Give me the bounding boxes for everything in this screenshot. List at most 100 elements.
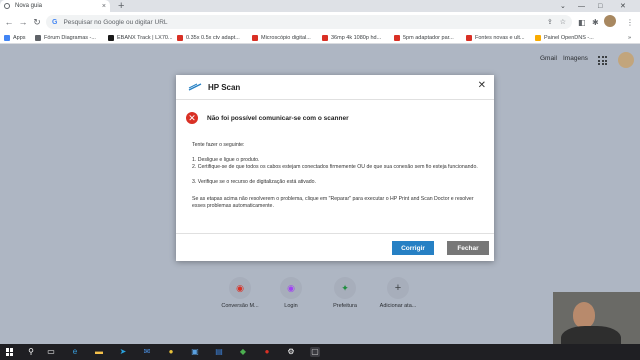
bookmark-label: Microscópio digital... (261, 35, 311, 41)
dialog-body: ✕ Não foi possível comunicar-se com o sc… (176, 99, 494, 233)
dialog-close-icon[interactable]: ✕ (478, 80, 486, 91)
bookmark-item[interactable]: Microscópio digital... (252, 32, 311, 44)
extension-icon[interactable]: ◧ (578, 12, 586, 32)
webcam-person-head (573, 302, 595, 328)
account-avatar[interactable] (618, 52, 634, 68)
dialog-footer: Corrigir Fechar (176, 233, 494, 261)
globe-icon (4, 3, 10, 9)
share-icon[interactable]: ⇪ (547, 18, 553, 26)
search-icon[interactable]: ⚲ (26, 347, 36, 357)
hp-scan-logo-icon (188, 83, 202, 91)
star-icon[interactable]: ☆ (560, 18, 566, 26)
bookmark-label: 36mp 4k 1080p hd... (331, 35, 382, 41)
windows-taskbar: ⚲ ▭ e ▬ ➤ ✉ ● ▣ ▤ ◆ ● ⚙ ▢ (0, 344, 640, 360)
error-row: ✕ Não foi possível comunicar-se com o sc… (186, 112, 349, 124)
bookmark-label: 0.35x 0.5x ctv adapt... (186, 35, 240, 41)
task-view-icon[interactable]: ▭ (46, 347, 56, 357)
webcam-overlay (553, 292, 640, 349)
bookmark-item[interactable]: Fontes novas e ult... (466, 32, 525, 44)
shortcut-tile[interactable]: ◉ Login (264, 277, 318, 309)
error-title: Não foi possível comunicar-se com o scan… (207, 114, 349, 122)
browser-toolbar: ← → ↻ G Pesquisar no Google ou digitar U… (0, 12, 640, 32)
bookmark-item[interactable]: Painel OpenDNS -... (535, 32, 594, 44)
minimize-icon[interactable]: — (578, 0, 585, 12)
bookmark-favicon (322, 35, 328, 41)
bookmark-label: EBANX Track | LX70... (117, 35, 173, 41)
windows-start-icon[interactable] (6, 348, 14, 356)
address-bar[interactable]: G Pesquisar no Google ou digitar URL ⇪ ☆ (46, 15, 572, 29)
bookmark-favicon (108, 35, 114, 41)
profile-avatar[interactable] (604, 15, 616, 27)
bookmark-label: Painel OpenDNS -... (544, 35, 594, 41)
back-button[interactable]: ← (2, 17, 16, 27)
bookmark-item[interactable]: 5pm adaptador par... (394, 32, 454, 44)
store-icon[interactable]: ▤ (214, 347, 224, 357)
bookmark-apps[interactable]: Apps (4, 32, 26, 44)
close-button[interactable]: Fechar (447, 241, 489, 255)
bookmark-label: Fontes novas e ult... (475, 35, 525, 41)
bookmark-item[interactable]: 36mp 4k 1080p hd... (322, 32, 381, 44)
more-bookmarks-button[interactable]: » (628, 32, 631, 44)
hp-scan-dialog: HP Scan ✕ ✕ Não foi possível comunicar-s… (176, 75, 494, 261)
tab-search-icon[interactable]: ⌄ (560, 0, 566, 12)
close-window-icon[interactable]: ✕ (620, 0, 626, 12)
repair-button[interactable]: Corrigir (392, 241, 434, 255)
bookmark-label: 5pm adaptador par... (403, 35, 454, 41)
apps-grid-icon (4, 35, 10, 41)
address-placeholder: Pesquisar no Google ou digitar URL (63, 18, 168, 26)
shortcut-label: Conversão M... (221, 303, 259, 309)
menu-icon[interactable]: ⋮ (626, 12, 634, 32)
forward-button[interactable]: → (16, 17, 30, 27)
bookmark-item[interactable]: Fórum Diagramas -... (35, 32, 96, 44)
bookmarks-bar: Apps Fórum Diagramas -... EBANX Track | … (0, 32, 640, 44)
reload-button[interactable]: ↻ (30, 17, 44, 28)
settings-icon[interactable]: ⚙ (286, 347, 296, 357)
tab-close-icon[interactable]: × (102, 3, 106, 10)
shortcut-tile[interactable]: ◉ Conversão M... (213, 277, 267, 309)
repair-hint: Se as etapas acima não resolverem o prob… (192, 196, 474, 210)
bookmark-item[interactable]: EBANX Track | LX70... (108, 32, 173, 44)
explorer-icon[interactable]: ▬ (94, 347, 104, 357)
google-icon: G (52, 18, 58, 26)
mail-icon[interactable]: ✉ (142, 347, 152, 357)
shortcut-label: Prefeitura (333, 303, 357, 309)
bookmark-label: Apps (13, 35, 26, 41)
edge-icon[interactable]: e (70, 347, 80, 357)
tab-strip: Nova guia × + ⌄ — □ ✕ (0, 0, 640, 12)
error-icon: ✕ (186, 112, 198, 124)
bookmark-favicon (535, 35, 541, 41)
recorder-icon[interactable]: ● (262, 347, 272, 357)
dialog-header: HP Scan (176, 75, 494, 99)
bookmark-item[interactable]: 0.35x 0.5x ctv adapt... (177, 32, 240, 44)
tab-title: Nova guia (15, 3, 43, 9)
add-shortcut-tile[interactable]: + Adicionar ata... (371, 277, 425, 309)
shortcut-favicon-icon: ◉ (236, 282, 244, 293)
hp-scan-icon[interactable]: ▢ (310, 347, 320, 357)
photos-icon[interactable]: ▣ (190, 347, 200, 357)
maximize-icon[interactable]: □ (598, 0, 602, 12)
chrome-icon[interactable]: ● (166, 347, 176, 357)
google-apps-icon[interactable] (598, 56, 607, 65)
shortcut-favicon-icon: ◉ (287, 282, 295, 293)
instructions-intro: Tente fazer o seguinte: (192, 142, 245, 148)
shortcut-favicon-icon: ✦ (341, 282, 349, 293)
tab-new-tab[interactable]: Nova guia × (0, 0, 110, 12)
shortcut-label: Login (284, 303, 298, 309)
gmail-link[interactable]: Gmail (540, 55, 557, 62)
step-2: 2. Certifique-se de que todos os cabos e… (192, 164, 478, 170)
app-icon[interactable]: ◆ (238, 347, 248, 357)
bookmark-label: Fórum Diagramas -... (44, 35, 96, 41)
shortcut-tile[interactable]: ✦ Prefeitura (318, 277, 372, 309)
new-tab-button[interactable]: + (118, 0, 124, 12)
bookmark-favicon (177, 35, 183, 41)
bookmark-favicon (466, 35, 472, 41)
telegram-icon[interactable]: ➤ (118, 347, 128, 357)
bookmark-favicon (252, 35, 258, 41)
puzzle-icon[interactable]: ✱ (592, 12, 599, 32)
bookmark-favicon (35, 35, 41, 41)
shortcut-label: Adicionar ata... (379, 303, 417, 309)
step-3: 3. Verifique se o recurso de digitalizaç… (192, 179, 316, 185)
plus-icon: + (394, 282, 402, 294)
images-link[interactable]: Imagens (563, 55, 588, 62)
dialog-title: HP Scan (208, 82, 241, 92)
